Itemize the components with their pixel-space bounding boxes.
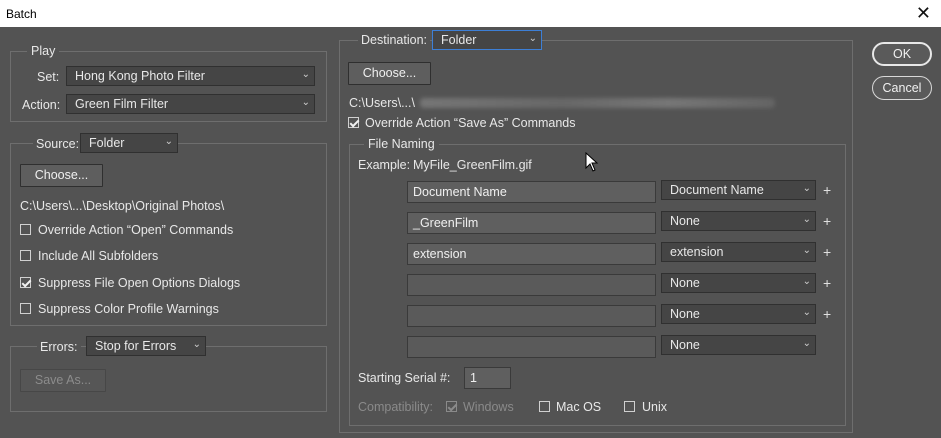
add-row-icon[interactable]: + bbox=[823, 306, 831, 322]
example-value: MyFile_GreenFilm.gif bbox=[413, 158, 532, 172]
mouse-cursor-icon bbox=[585, 152, 599, 172]
suppress-open-options-label: Suppress File Open Options Dialogs bbox=[38, 276, 241, 290]
chevron-down-icon: ⌄ bbox=[802, 183, 811, 194]
naming-field-5[interactable] bbox=[407, 305, 656, 327]
errors-select-value: Stop for Errors bbox=[95, 339, 177, 353]
chevron-down-icon: ⌄ bbox=[192, 339, 201, 350]
example-label: Example: bbox=[358, 158, 411, 172]
suppress-open-options-checkbox[interactable] bbox=[20, 277, 31, 288]
naming-select-5[interactable]: None ⌄ bbox=[661, 304, 816, 324]
naming-select-2-value: None bbox=[670, 214, 700, 228]
set-select[interactable]: Hong Kong Photo Filter ⌄ bbox=[66, 66, 315, 86]
source-choose-button[interactable]: Choose... bbox=[20, 164, 103, 187]
ok-button[interactable]: OK bbox=[872, 42, 932, 66]
chevron-down-icon: ⌄ bbox=[802, 276, 811, 287]
add-row-icon[interactable]: + bbox=[823, 275, 831, 291]
source-path: C:\Users\...\Desktop\Original Photos\ bbox=[20, 199, 225, 213]
serial-label: Starting Serial #: bbox=[358, 371, 451, 385]
errors-select[interactable]: Stop for Errors ⌄ bbox=[86, 336, 206, 356]
cancel-button[interactable]: Cancel bbox=[872, 76, 932, 100]
include-subfolders-label: Include All Subfolders bbox=[38, 249, 159, 263]
set-select-value: Hong Kong Photo Filter bbox=[75, 69, 205, 83]
windows-checkbox[interactable] bbox=[446, 401, 457, 412]
naming-select-2[interactable]: None ⌄ bbox=[661, 211, 816, 231]
title-bar: Batch ✕ bbox=[0, 0, 941, 27]
source-select-value: Folder bbox=[89, 136, 125, 150]
naming-select-4[interactable]: None ⌄ bbox=[661, 273, 816, 293]
naming-field-1[interactable]: Document Name bbox=[407, 181, 656, 203]
serial-input[interactable]: 1 bbox=[464, 367, 511, 389]
chevron-down-icon: ⌄ bbox=[802, 338, 811, 349]
destination-label: Destination: bbox=[358, 33, 431, 47]
chevron-down-icon: ⌄ bbox=[301, 97, 310, 108]
set-label: Set: bbox=[37, 70, 60, 84]
source-select[interactable]: Folder ⌄ bbox=[80, 133, 178, 153]
override-open-checkbox[interactable] bbox=[20, 224, 31, 235]
play-legend: Play bbox=[27, 44, 60, 58]
naming-select-4-value: None bbox=[670, 276, 700, 290]
action-select-value: Green Film Filter bbox=[75, 97, 169, 111]
chevron-down-icon: ⌄ bbox=[802, 307, 811, 318]
chevron-down-icon: ⌄ bbox=[528, 33, 537, 44]
include-subfolders-checkbox[interactable] bbox=[20, 250, 31, 261]
action-select[interactable]: Green Film Filter ⌄ bbox=[66, 94, 315, 114]
suppress-color-warnings-checkbox[interactable] bbox=[20, 303, 31, 314]
naming-select-6[interactable]: None ⌄ bbox=[661, 335, 816, 355]
blurred-path bbox=[420, 98, 775, 108]
compatibility-label: Compatibility: bbox=[358, 400, 434, 414]
source-label: Source: bbox=[33, 137, 83, 151]
override-open-label: Override Action “Open” Commands bbox=[38, 223, 234, 237]
naming-field-6[interactable] bbox=[407, 336, 656, 358]
suppress-color-warnings-label: Suppress Color Profile Warnings bbox=[38, 302, 219, 316]
naming-select-5-value: None bbox=[670, 307, 700, 321]
action-label: Action: bbox=[22, 98, 61, 112]
destination-path: C:\Users\...\ bbox=[349, 96, 415, 110]
naming-field-3[interactable]: extension bbox=[407, 243, 656, 265]
naming-field-2[interactable]: _GreenFilm bbox=[407, 212, 656, 234]
naming-select-3-value: extension bbox=[670, 245, 724, 259]
close-icon[interactable]: ✕ bbox=[916, 3, 931, 23]
naming-field-4[interactable] bbox=[407, 274, 656, 296]
chevron-down-icon: ⌄ bbox=[164, 136, 173, 147]
naming-select-1-value: Document Name bbox=[670, 183, 764, 197]
unix-checkbox[interactable] bbox=[624, 401, 635, 412]
override-save-as-checkbox[interactable] bbox=[348, 117, 359, 128]
macos-checkbox[interactable] bbox=[539, 401, 550, 412]
errors-label: Errors: bbox=[37, 340, 81, 354]
add-row-icon[interactable]: + bbox=[823, 182, 831, 198]
destination-select-value: Folder bbox=[441, 33, 477, 47]
destination-select[interactable]: Folder ⌄ bbox=[432, 30, 542, 50]
destination-choose-button[interactable]: Choose... bbox=[348, 62, 431, 85]
unix-label: Unix bbox=[642, 400, 668, 414]
naming-select-3[interactable]: extension ⌄ bbox=[661, 242, 816, 262]
naming-select-6-value: None bbox=[670, 338, 700, 352]
add-row-icon[interactable]: + bbox=[823, 213, 831, 229]
chevron-down-icon: ⌄ bbox=[802, 245, 811, 256]
chevron-down-icon: ⌄ bbox=[802, 214, 811, 225]
override-save-as-label: Override Action “Save As” Commands bbox=[365, 116, 576, 130]
add-row-icon[interactable]: + bbox=[823, 244, 831, 260]
file-naming-legend: File Naming bbox=[364, 137, 439, 151]
chevron-down-icon: ⌄ bbox=[301, 69, 310, 80]
save-as-button[interactable]: Save As... bbox=[20, 369, 106, 392]
window-title: Batch bbox=[6, 7, 37, 21]
macos-label: Mac OS bbox=[556, 400, 602, 414]
naming-select-1[interactable]: Document Name ⌄ bbox=[661, 180, 816, 200]
windows-label: Windows bbox=[463, 400, 514, 414]
